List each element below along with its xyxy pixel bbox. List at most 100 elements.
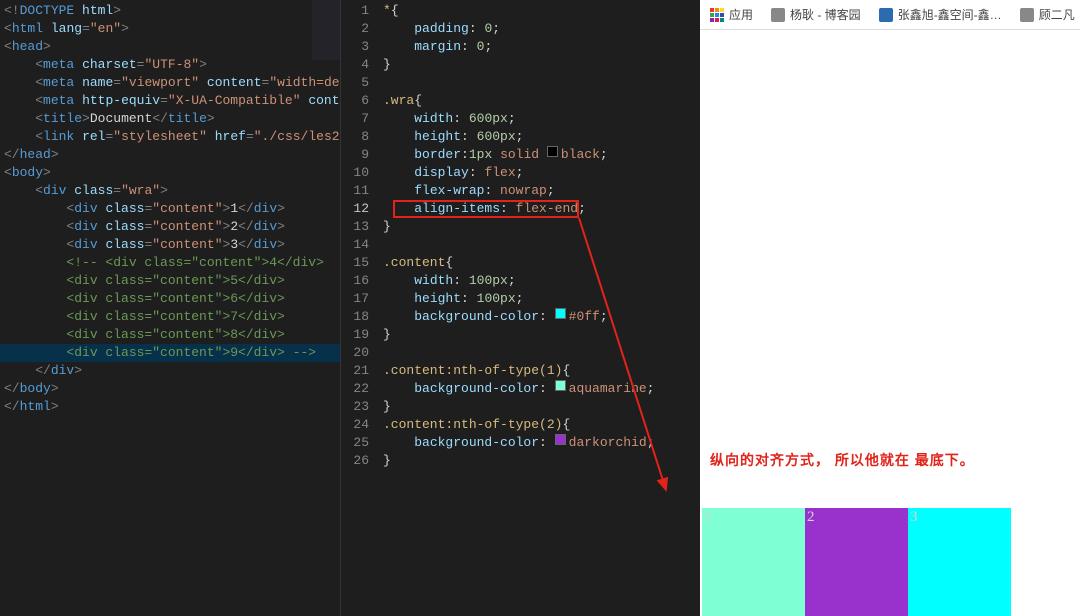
- code-line[interactable]: 4}: [341, 56, 700, 74]
- code-line[interactable]: 18 background-color: #0ff;: [341, 308, 700, 326]
- line-number: 13: [345, 218, 383, 236]
- code-line[interactable]: 16 width: 100px;: [341, 272, 700, 290]
- line-number: 1: [345, 2, 383, 20]
- line-number: 2: [345, 20, 383, 38]
- code-line[interactable]: 15.content{: [341, 254, 700, 272]
- browser-preview-panel: 应用 杨耿 - 博客园 张鑫旭-鑫空间-鑫… 顾二凡 纵向的对齐方式， 所以他就…: [700, 0, 1080, 616]
- code-line[interactable]: <div class="content">8</div>: [0, 326, 340, 344]
- line-number: 14: [345, 236, 383, 254]
- code-line[interactable]: 12 align-items: flex-end;: [341, 200, 700, 218]
- line-number: 6: [345, 92, 383, 110]
- code-line[interactable]: 10 display: flex;: [341, 164, 700, 182]
- line-number: 22: [345, 380, 383, 398]
- line-number: 23: [345, 398, 383, 416]
- css-editor-panel[interactable]: 1*{2 padding: 0;3 margin: 0;4}56.wra{7 w…: [340, 0, 700, 616]
- bookmark-label: 顾二凡: [1039, 6, 1075, 23]
- bookmark-item-1[interactable]: 张鑫旭-鑫空间-鑫…: [879, 6, 1002, 23]
- code-line[interactable]: <meta http-equiv="X-UA-Compatible" cont: [0, 92, 340, 110]
- line-number: 8: [345, 128, 383, 146]
- line-number: 7: [345, 110, 383, 128]
- demo-box-1: 1: [702, 508, 805, 616]
- line-number: 25: [345, 434, 383, 452]
- code-line[interactable]: 7 width: 600px;: [341, 110, 700, 128]
- bookmark-bar: 应用 杨耿 - 博客园 张鑫旭-鑫空间-鑫… 顾二凡: [700, 0, 1080, 30]
- line-number: 10: [345, 164, 383, 182]
- code-line[interactable]: 8 height: 600px;: [341, 128, 700, 146]
- bookmark-item-0[interactable]: 杨耿 - 博客园: [771, 6, 861, 23]
- bookmark-item-2[interactable]: 顾二凡: [1020, 6, 1075, 23]
- line-number: 20: [345, 344, 383, 362]
- code-line[interactable]: <html lang="en">: [0, 20, 340, 38]
- line-number: 18: [345, 308, 383, 326]
- code-line[interactable]: 14: [341, 236, 700, 254]
- code-line[interactable]: <div class="content">3</div>: [0, 236, 340, 254]
- line-number: 24: [345, 416, 383, 434]
- code-line[interactable]: <div class="content">9</div> -->: [0, 344, 340, 362]
- code-line[interactable]: 19}: [341, 326, 700, 344]
- code-line[interactable]: 21.content:nth-of-type(1){: [341, 362, 700, 380]
- code-line[interactable]: <!DOCTYPE html>: [0, 2, 340, 20]
- favicon-icon: [1020, 8, 1034, 22]
- line-number: 3: [345, 38, 383, 56]
- line-number: 26: [345, 452, 383, 470]
- code-line[interactable]: 25 background-color: darkorchid;: [341, 434, 700, 452]
- line-number: 16: [345, 272, 383, 290]
- code-line[interactable]: <head>: [0, 38, 340, 56]
- code-line[interactable]: <body>: [0, 164, 340, 182]
- line-number: 15: [345, 254, 383, 272]
- code-line[interactable]: 2 padding: 0;: [341, 20, 700, 38]
- apps-label: 应用: [729, 6, 753, 23]
- code-line[interactable]: <div class="wra">: [0, 182, 340, 200]
- code-line[interactable]: 17 height: 100px;: [341, 290, 700, 308]
- code-line[interactable]: 26}: [341, 452, 700, 470]
- line-number: 19: [345, 326, 383, 344]
- code-line[interactable]: <div class="content">1</div>: [0, 200, 340, 218]
- preview-body: 纵向的对齐方式， 所以他就在 最底下。 1 2 3: [700, 30, 1080, 616]
- code-line[interactable]: </head>: [0, 146, 340, 164]
- code-line[interactable]: <meta name="viewport" content="width=de: [0, 74, 340, 92]
- demo-box-2: 2: [805, 508, 908, 616]
- code-line[interactable]: <link rel="stylesheet" href="./css/les2: [0, 128, 340, 146]
- bookmark-label: 杨耿 - 博客园: [790, 6, 861, 23]
- line-number: 4: [345, 56, 383, 74]
- code-line[interactable]: 22 background-color: aquamarine;: [341, 380, 700, 398]
- html-code-area[interactable]: <!DOCTYPE html><html lang="en"><head> <m…: [0, 0, 340, 416]
- code-line[interactable]: 5: [341, 74, 700, 92]
- code-line[interactable]: <title>Document</title>: [0, 110, 340, 128]
- code-line[interactable]: 13}: [341, 218, 700, 236]
- apps-button[interactable]: 应用: [710, 6, 753, 23]
- demo-box-3: 3: [908, 508, 1011, 616]
- annotation-text: 纵向的对齐方式， 所以他就在 最底下。: [710, 450, 975, 470]
- code-line[interactable]: 6.wra{: [341, 92, 700, 110]
- apps-icon: [710, 8, 724, 22]
- favicon-icon: [771, 8, 785, 22]
- html-editor-panel[interactable]: <!DOCTYPE html><html lang="en"><head> <m…: [0, 0, 340, 616]
- minimap[interactable]: [312, 0, 340, 100]
- code-line[interactable]: 23}: [341, 398, 700, 416]
- code-line[interactable]: 20: [341, 344, 700, 362]
- line-number: 5: [345, 74, 383, 92]
- css-code-area[interactable]: 1*{2 padding: 0;3 margin: 0;4}56.wra{7 w…: [341, 0, 700, 470]
- code-line[interactable]: </div>: [0, 362, 340, 380]
- code-line[interactable]: <div class="content">5</div>: [0, 272, 340, 290]
- favicon-icon: [879, 8, 893, 22]
- code-line[interactable]: <!-- <div class="content">4</div>: [0, 254, 340, 272]
- code-line[interactable]: <meta charset="UTF-8">: [0, 56, 340, 74]
- code-line[interactable]: 1*{: [341, 2, 700, 20]
- line-number: 21: [345, 362, 383, 380]
- code-line[interactable]: 24.content:nth-of-type(2){: [341, 416, 700, 434]
- line-number: 11: [345, 182, 383, 200]
- line-number: 9: [345, 146, 383, 164]
- bookmark-label: 张鑫旭-鑫空间-鑫…: [898, 6, 1002, 23]
- code-line[interactable]: <div class="content">2</div>: [0, 218, 340, 236]
- code-line[interactable]: 11 flex-wrap: nowrap;: [341, 182, 700, 200]
- code-line[interactable]: <div class="content">6</div>: [0, 290, 340, 308]
- code-line[interactable]: 9 border:1px solid black;: [341, 146, 700, 164]
- code-line[interactable]: </body>: [0, 380, 340, 398]
- flex-demo-container: 1 2 3: [702, 508, 1012, 616]
- code-line[interactable]: <div class="content">7</div>: [0, 308, 340, 326]
- line-number: 12: [345, 200, 383, 218]
- line-number: 17: [345, 290, 383, 308]
- code-line[interactable]: 3 margin: 0;: [341, 38, 700, 56]
- code-line[interactable]: </html>: [0, 398, 340, 416]
